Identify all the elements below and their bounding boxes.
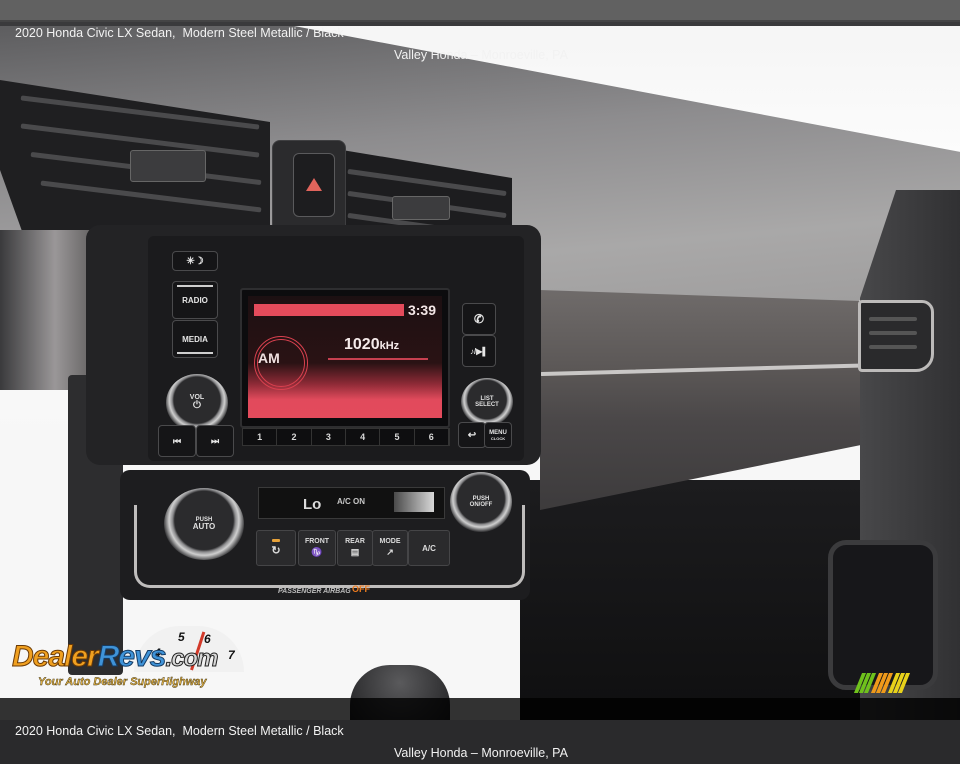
vent-adjust-tab[interactable] (392, 196, 450, 220)
rear-defrost-icon: ▤ (350, 547, 360, 557)
phone-icon: ✆ (473, 312, 485, 326)
preset-button-6[interactable]: 6 (415, 429, 449, 445)
temperature-knob[interactable]: PUSH AUTO (164, 488, 244, 560)
hazard-button[interactable] (293, 153, 335, 217)
media-button-label: MEDIA (182, 334, 208, 344)
play-pause-icon: ♪/▶▌ (469, 346, 489, 356)
logo-tagline: Your Auto Dealer SuperHighway (38, 676, 207, 688)
radio-button[interactable]: RADIO (172, 281, 218, 319)
mode-button[interactable]: MODE ↗ (372, 530, 408, 566)
radio-screen[interactable]: 3:39 AM 1020kHz (240, 288, 450, 428)
radio-button-label: RADIO (182, 295, 208, 305)
button-trim-line (177, 352, 213, 354)
seek-forward-button[interactable]: ⏭ (196, 425, 234, 457)
menu-button[interactable]: MENU CLOCK (484, 422, 512, 448)
button-trim-line (177, 285, 213, 287)
logo-dealer: Dealer (12, 640, 100, 674)
stripe-group-yellow (887, 673, 911, 693)
dealer-caption: Valley Honda – Monroeville, PA (394, 746, 568, 760)
frequency-value: 1020 (344, 336, 380, 353)
dealerrevs-watermark: 4 5 6 7 DealerRevs.com Your Auto Dealer … (12, 626, 267, 696)
ac-button[interactable]: A/C (408, 530, 450, 566)
preset-button-4[interactable]: 4 (346, 429, 381, 445)
fan-knob[interactable]: PUSH ON/OFF (450, 472, 512, 532)
climate-display: Lo A/C ON (258, 487, 445, 519)
list-select-knob[interactable]: LIST SELECT (461, 378, 513, 426)
caption-bar-bottom: 2020 Honda Civic LX Sedan, Modern Steel … (0, 698, 960, 760)
phone-button[interactable]: ✆ (462, 303, 496, 335)
vent-slat (40, 180, 262, 213)
airbag-off-indicator: OFF (352, 584, 370, 594)
band-label: AM (258, 350, 280, 366)
stripe-logo (853, 673, 911, 693)
temperature-readout: Lo (303, 496, 322, 513)
logo-revs: Revs (97, 640, 167, 674)
preset-button-5[interactable]: 5 (380, 429, 415, 445)
vent-slat (869, 331, 917, 335)
vehicle-caption: 2020 Honda Civic LX Sedan, Modern Steel … (15, 724, 344, 738)
back-button[interactable]: ↩ (458, 422, 486, 448)
on-off-label: ON/OFF (469, 502, 493, 508)
screen-status-bar (254, 304, 404, 316)
front-label: FRONT (304, 538, 330, 545)
clock-readout: 3:39 (407, 302, 436, 318)
front-defrost-button[interactable]: FRONT ♑ (298, 530, 336, 566)
clock-sublabel: CLOCK (490, 435, 506, 441)
media-button[interactable]: MEDIA (172, 320, 218, 358)
vehicle-caption: 2020 Honda Civic LX Sedan, Modern Steel … (15, 26, 344, 40)
sun-moon-icon: ✳☽ (186, 255, 204, 267)
frequency-unit: kHz (379, 340, 400, 352)
rear-label: REAR (345, 538, 365, 545)
preset-button-3[interactable]: 3 (312, 429, 346, 445)
seek-back-button[interactable]: ⏮ (158, 425, 196, 457)
frequency-underline (328, 358, 428, 360)
passenger-airbag-label: PASSENGER AIRBAG (278, 588, 351, 595)
caption-bar-top: 2020 Honda Civic LX Sedan, Modern Steel … (0, 0, 960, 62)
vent-slat (869, 345, 917, 349)
gauge-number: 7 (228, 648, 235, 662)
seek-back-icon: ⏮ (172, 435, 182, 446)
volume-knob[interactable]: VOL ⏻ (166, 374, 228, 432)
stripe-group-green (853, 673, 877, 693)
ac-label: A/C (422, 543, 436, 553)
recirculation-icon: ↻ (271, 545, 281, 557)
ac-status: A/C ON (337, 497, 365, 506)
frequency-readout: 1020kHz (344, 336, 399, 354)
logo-dotcom: .com (165, 645, 219, 673)
fan-speed-indicator (394, 492, 434, 512)
preset-button-1[interactable]: 1 (243, 429, 278, 445)
vent-adjust-tab[interactable] (130, 150, 206, 182)
select-label: SELECT (475, 402, 499, 408)
screen-display: 3:39 AM 1020kHz (248, 296, 442, 418)
vent-slat (869, 317, 917, 321)
logo-wordmark: DealerRevs.com (12, 640, 219, 674)
back-arrow-icon: ↩ (467, 429, 477, 441)
dealer-caption: Valley Honda – Monroeville, PA (394, 48, 568, 62)
preset-buttons: 1 2 3 4 5 6 (242, 428, 450, 446)
display-mode-button[interactable]: ✳☽ (172, 251, 218, 271)
auto-label: AUTO (192, 521, 216, 531)
rear-defrost-button[interactable]: REAR ▤ (337, 530, 373, 566)
right-air-vent (858, 300, 934, 372)
mode-label: MODE (379, 538, 401, 545)
mode-icon: ↗ (386, 547, 394, 557)
seek-forward-icon: ⏭ (210, 435, 220, 446)
play-pause-button[interactable]: ♪/▶▌ (462, 335, 496, 367)
preset-button-2[interactable]: 2 (277, 429, 312, 445)
stripe-group-orange (870, 673, 894, 693)
power-icon: ⏻ (193, 400, 201, 412)
recirculation-button[interactable]: ↻ (256, 530, 296, 566)
photo-scene: ✳☽ RADIO MEDIA VOL ⏻ ⏮ ⏭ 3:39 AM 1020kHz… (0, 0, 960, 720)
front-defrost-icon: ♑ (311, 547, 323, 557)
left-bezel (0, 230, 100, 390)
hazard-triangle-icon (306, 178, 322, 191)
indicator-led (272, 539, 280, 542)
door-handle (828, 540, 938, 690)
